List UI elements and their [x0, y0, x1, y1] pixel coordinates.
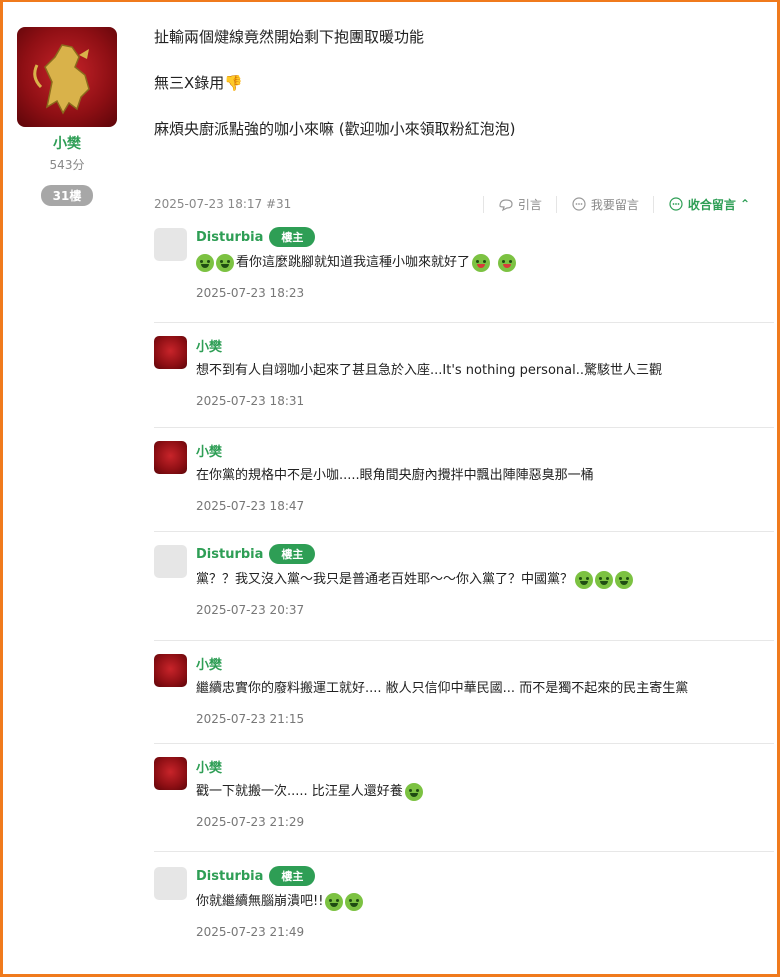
post-line-text: 無三X錄用	[154, 74, 225, 92]
tongue-emoji-icon	[472, 254, 491, 272]
reply-label: 我要留言	[590, 197, 639, 212]
post-meta-bar: 2025-07-23 18:17 #31 引言 我要留言 收合留言 ⌃	[154, 195, 764, 213]
comment-item: Disturbia 樓主 你就繼續無腦崩潰吧!! 2025-07-23 21:4…	[154, 852, 774, 957]
avatar[interactable]	[154, 228, 187, 261]
chevron-up-icon: ⌃	[739, 197, 750, 211]
comment-time: 2025-07-23 20:37	[196, 603, 305, 617]
post-content: 扯輸兩個煡線竟然開始剩下抱團取暖功能 無三X錄用👎 麻煩央廚派點強的咖小來嘛 (…	[154, 26, 754, 164]
comment-item: 小樊 繼續忠實你的廢料搬運工就好.... 敝人只信仰中華民國... 而不是獨不起…	[154, 641, 774, 744]
comment-time: 2025-07-23 18:31	[196, 394, 305, 408]
avatar[interactable]	[154, 336, 187, 369]
quote-label: 引言	[517, 197, 542, 212]
author-score: 543分	[49, 158, 85, 172]
post-line: 麻煩央廚派點強的咖小來嘛 (歡迎咖小來領取粉紅泡泡)	[154, 120, 516, 138]
comment-text: 在你黨的規格中不是小咖.....眼角間央廚內攪拌中飄出陣陣惡臭那一桶	[196, 468, 594, 483]
comment-item: 小樊 想不到有人自翊咖小起來了甚且急於入座...It's nothing per…	[154, 323, 774, 428]
op-badge: 樓主	[269, 544, 316, 564]
comment-list: Disturbia 樓主 看你這麼跳腳就知道我這種小咖來就好了 2025-07-…	[154, 226, 774, 957]
angry-emoji-icon	[345, 893, 364, 911]
author-panel: 小樊 543分 31樓	[17, 27, 117, 206]
floor-badge: 31樓	[40, 185, 94, 206]
angry-emoji-icon	[575, 571, 594, 589]
comment-text: 繼續忠實你的廢料搬運工就好.... 敝人只信仰中華民國... 而不是獨不起來的民…	[196, 681, 689, 696]
post-datetime: 2025-07-23 18:17 #31	[154, 197, 292, 211]
comment-text: 黨？？我又沒入黨～我只是普通老百姓耶～～你入黨了？中國黨？	[196, 571, 774, 589]
post-line: 無三X錄用👎	[154, 72, 754, 95]
comment-time: 2025-07-23 18:23	[196, 286, 305, 300]
comment-item: 小樊 戳一下就搬一次..... 比汪星人還好養 2025-07-23 21:29	[154, 744, 774, 852]
grin-emoji-icon	[216, 254, 234, 272]
comment-text: 你就繼續無腦崩潰吧!!	[196, 893, 774, 911]
comment-author[interactable]: 小樊	[196, 757, 222, 776]
thumbs-down-icon: 👎	[224, 74, 243, 92]
comment-author[interactable]: Disturbia	[196, 869, 263, 884]
comment-item: 小樊 在你黨的規格中不是小咖.....眼角間央廚內攪拌中飄出陣陣惡臭那一桶 20…	[154, 428, 774, 532]
collapse-label: 收合留言	[687, 197, 736, 212]
comment-icon	[669, 197, 683, 211]
comment-text-content: 戳一下就搬一次..... 比汪星人還好養	[196, 784, 403, 799]
lion-emblem-icon	[33, 44, 90, 115]
avatar[interactable]	[154, 654, 187, 687]
comment-item: Disturbia 樓主 看你這麼跳腳就知道我這種小咖來就好了 2025-07-…	[154, 226, 774, 323]
comment-author[interactable]: 小樊	[196, 654, 222, 673]
grin-emoji-icon	[196, 254, 214, 272]
comment-time: 2025-07-23 21:15	[196, 712, 305, 726]
comment-text-content: 黨？？我又沒入黨～我只是普通老百姓耶～～你入黨了？中國黨？	[196, 572, 574, 587]
avatar[interactable]	[154, 867, 187, 900]
author-avatar[interactable]	[17, 27, 117, 127]
quote-icon	[499, 199, 513, 212]
comment-author[interactable]: Disturbia	[196, 547, 263, 562]
angry-emoji-icon	[595, 571, 614, 589]
comment-author[interactable]: 小樊	[196, 441, 222, 460]
reply-button[interactable]: 我要留言	[555, 195, 653, 213]
avatar[interactable]	[154, 545, 187, 578]
grin-emoji-icon	[404, 783, 423, 801]
angry-emoji-icon	[325, 893, 344, 911]
comment-text-content: 看你這麼跳腳就知道我這種小咖來就好了	[236, 255, 471, 270]
avatar[interactable]	[154, 441, 187, 474]
comment-text: 看你這麼跳腳就知道我這種小咖來就好了	[196, 254, 774, 272]
avatar[interactable]	[154, 757, 187, 790]
quote-button[interactable]: 引言	[482, 195, 556, 213]
comment-time: 2025-07-23 18:47	[196, 499, 305, 513]
comment-text: 戳一下就搬一次..... 比汪星人還好養	[196, 783, 774, 801]
comment-author[interactable]: Disturbia	[196, 230, 263, 245]
comment-time: 2025-07-23 21:29	[196, 815, 305, 829]
collapse-comments-button[interactable]: 收合留言 ⌃	[652, 195, 764, 213]
op-badge: 樓主	[269, 227, 316, 247]
comment-icon	[572, 197, 586, 211]
author-name[interactable]: 小樊	[17, 133, 117, 153]
comment-author[interactable]: 小樊	[196, 336, 222, 355]
tongue-emoji-icon	[498, 254, 517, 272]
post-line: 扯輸兩個煡線竟然開始剩下抱團取暖功能	[154, 28, 425, 46]
comment-text: 想不到有人自翊咖小起來了甚且急於入座...It's nothing person…	[196, 363, 662, 378]
comment-time: 2025-07-23 21:49	[196, 925, 305, 939]
comment-text-content: 你就繼續無腦崩潰吧!!	[196, 894, 324, 909]
comment-item: Disturbia 樓主 黨？？我又沒入黨～我只是普通老百姓耶～～你入黨了？中國…	[154, 532, 774, 641]
angry-emoji-icon	[615, 571, 634, 589]
op-badge: 樓主	[269, 866, 316, 886]
